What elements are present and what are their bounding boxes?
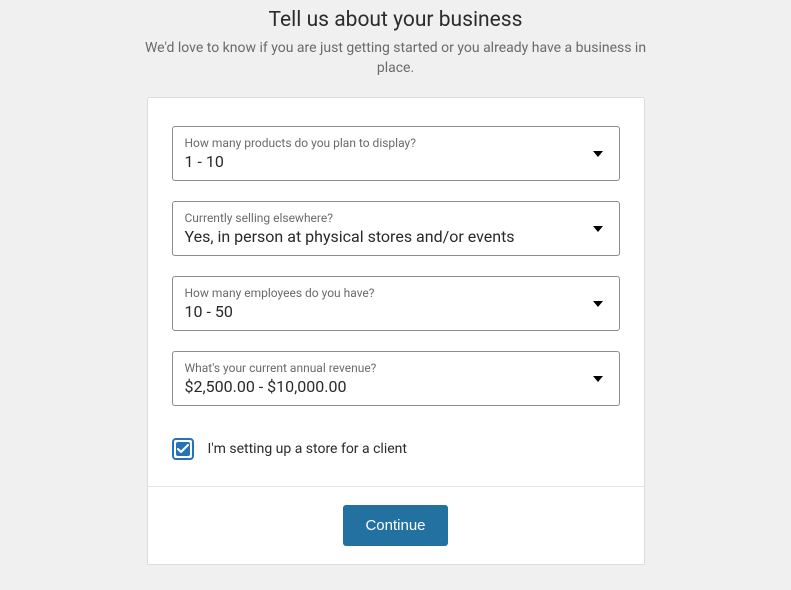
employees-value: 10 - 50 [185,302,233,321]
revenue-value: $2,500.00 - $10,000.00 [185,377,347,396]
continue-button[interactable]: Continue [343,505,447,546]
products-value: 1 - 10 [185,152,224,171]
header: Tell us about your business We'd love to… [86,8,706,79]
revenue-label: What's your current annual revenue? [185,361,581,375]
check-icon [176,442,190,456]
chevron-down-icon [593,226,603,232]
chevron-down-icon [593,151,603,157]
form-footer: Continue [148,486,644,564]
chevron-down-icon [593,301,603,307]
client-checkbox[interactable] [172,438,194,460]
revenue-select[interactable]: What's your current annual revenue? $2,5… [172,351,620,406]
form-card: How many products do you plan to display… [147,97,645,565]
employees-label: How many employees do you have? [185,286,581,300]
products-select[interactable]: How many products do you plan to display… [172,126,620,181]
client-checkbox-row: I'm setting up a store for a client [172,426,620,482]
products-label: How many products do you plan to display… [185,136,581,150]
page-subtitle: We'd love to know if you are just gettin… [136,38,656,79]
selling-label: Currently selling elsewhere? [185,211,581,225]
form-body: How many products do you plan to display… [148,98,644,486]
onboarding-container: Tell us about your business We'd love to… [0,8,791,565]
employees-select[interactable]: How many employees do you have? 10 - 50 [172,276,620,331]
client-checkbox-label[interactable]: I'm setting up a store for a client [208,441,407,457]
page-title: Tell us about your business [136,8,656,32]
selling-value: Yes, in person at physical stores and/or… [185,227,515,246]
selling-select[interactable]: Currently selling elsewhere? Yes, in per… [172,201,620,256]
chevron-down-icon [593,376,603,382]
